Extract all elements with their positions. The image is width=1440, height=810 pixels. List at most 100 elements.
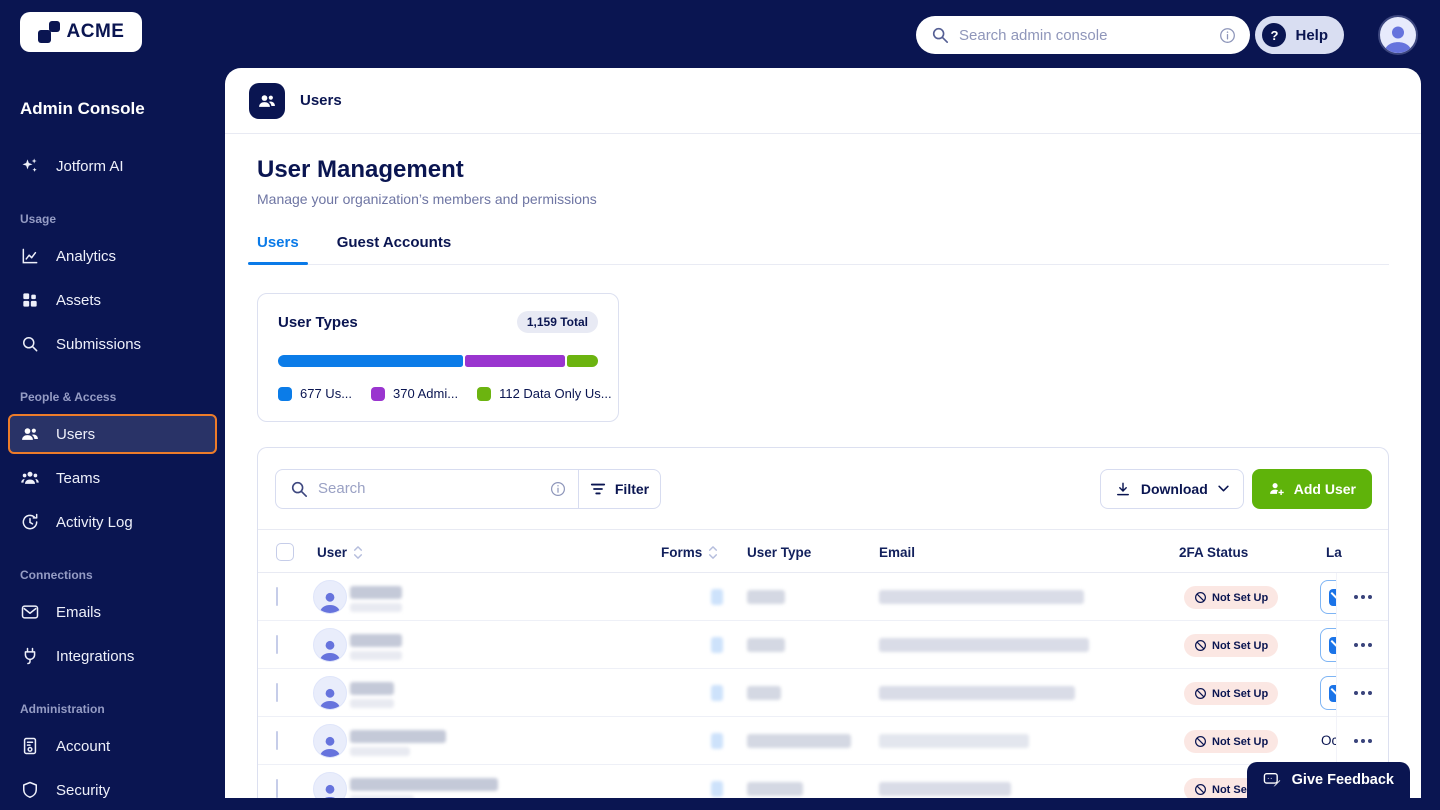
help-button[interactable]: ? Help <box>1255 16 1344 54</box>
legend-label-admins: 370 Admi... <box>393 386 459 401</box>
select-all-checkbox[interactable] <box>276 543 294 561</box>
bar-segment-admins <box>464 355 566 367</box>
column-header-last: La <box>1326 544 1342 560</box>
redacted-name <box>350 634 402 647</box>
redacted-name <box>350 586 402 599</box>
legend-label-data-only: 112 Data Only Us... <box>499 386 612 401</box>
main-panel: Users User Management Manage your organi… <box>225 68 1421 798</box>
user-avatar[interactable] <box>1378 15 1418 55</box>
sidebar-item-integrations[interactable]: Integrations <box>8 636 217 676</box>
table-row: Not Set Up <box>258 669 1388 717</box>
bar-segment-data-only <box>567 355 598 367</box>
table-row: Not Set Up <box>258 765 1388 798</box>
user-types-legend: 677 Us... 370 Admi... 112 Data Only Us..… <box>278 386 612 401</box>
sidebar-item-jotform-ai[interactable]: Jotform AI <box>8 146 217 186</box>
2fa-status-badge: Not Set Up <box>1184 682 1279 705</box>
page-subtitle: Manage your organization’s members and p… <box>257 191 597 207</box>
sidebar-item-analytics[interactable]: Analytics <box>8 236 217 276</box>
assets-icon <box>20 290 40 310</box>
user-plus-icon <box>1268 480 1285 497</box>
redacted-name <box>350 778 498 791</box>
redacted-subtext <box>350 699 394 708</box>
2fa-status-badge: Not Set Up <box>1184 586 1279 609</box>
sidebar-item-activity-log[interactable]: Activity Log <box>8 502 217 542</box>
redacted-user-type <box>747 782 803 796</box>
redacted-forms-count <box>711 685 723 701</box>
avatar <box>313 676 347 710</box>
info-icon[interactable] <box>1219 27 1236 44</box>
mail-icon <box>20 602 40 622</box>
tab-users[interactable]: Users <box>248 234 308 265</box>
slash-circle-icon <box>1195 592 1206 603</box>
info-icon[interactable] <box>550 481 566 497</box>
breadcrumb-label: Users <box>300 92 342 109</box>
redacted-user-type <box>747 734 851 748</box>
user-types-title: User Types <box>278 313 358 331</box>
sidebar-item-assets[interactable]: Assets <box>8 280 217 320</box>
row-menu-button[interactable] <box>1348 685 1378 701</box>
row-menu-button[interactable] <box>1348 589 1378 605</box>
redacted-subtext <box>350 651 402 660</box>
question-icon: ? <box>1262 23 1287 47</box>
table-row: Not Set Up <box>258 573 1388 621</box>
sidebar-section-usage: Usage <box>20 212 57 226</box>
analytics-icon <box>20 246 40 266</box>
2fa-status-badge: Not Set Up <box>1184 730 1279 753</box>
avatar <box>313 772 347 798</box>
table-header-row: User Forms User Type Email 2FA Status La <box>258 529 1388 573</box>
column-header-user-type: User Type <box>747 544 812 560</box>
bar-segment-users <box>278 355 463 367</box>
download-button[interactable]: Download <box>1099 468 1244 509</box>
feedback-icon <box>1263 772 1282 789</box>
redacted-subtext <box>350 747 410 756</box>
users-icon <box>20 424 40 444</box>
legend-swatch-users <box>278 386 292 401</box>
sidebar-item-emails[interactable]: Emails <box>8 592 217 632</box>
account-icon <box>20 736 40 756</box>
sidebar-item-security[interactable]: Security <box>8 770 217 810</box>
sidebar-section-administration: Administration <box>20 702 105 716</box>
sidebar-section-people-access: People & Access <box>20 390 117 404</box>
add-user-button[interactable]: Add User <box>1251 468 1372 509</box>
row-checkbox[interactable] <box>276 683 278 702</box>
table-row: Not Set Up <box>258 621 1388 669</box>
row-menu-button[interactable] <box>1348 733 1378 749</box>
redacted-email <box>879 686 1075 700</box>
users-table-card: Filter Download Add User <box>257 447 1389 798</box>
redacted-name <box>350 730 446 743</box>
tab-bar: Users Guest Accounts <box>248 234 1389 265</box>
table-search[interactable] <box>276 470 578 508</box>
chevron-down-icon <box>1218 485 1229 492</box>
admin-search-bar[interactable] <box>916 16 1250 54</box>
sidebar: Admin Console Jotform AI Usage Analytics… <box>0 0 225 810</box>
sort-icon <box>709 545 718 559</box>
avatar <box>313 580 347 614</box>
row-checkbox[interactable] <box>276 731 278 750</box>
sparkles-icon <box>20 156 40 176</box>
sidebar-item-teams[interactable]: Teams <box>8 458 217 498</box>
row-checkbox[interactable] <box>276 587 278 606</box>
slash-circle-icon <box>1195 736 1206 747</box>
row-checkbox[interactable] <box>276 635 278 654</box>
redacted-subtext <box>350 603 402 612</box>
sidebar-item-users[interactable]: Users <box>8 414 217 454</box>
give-feedback-button[interactable]: Give Feedback <box>1246 762 1410 798</box>
sidebar-item-submissions[interactable]: Submissions <box>8 324 217 364</box>
sidebar-item-account[interactable]: Account <box>8 726 217 766</box>
slash-circle-icon <box>1195 688 1206 699</box>
column-header-user[interactable]: User <box>317 530 363 574</box>
redacted-user-type <box>747 590 785 604</box>
table-search-input[interactable] <box>318 480 540 497</box>
redacted-forms-count <box>711 589 723 605</box>
column-header-forms[interactable]: Forms <box>661 530 718 574</box>
admin-search-input[interactable] <box>959 26 1209 44</box>
tab-guest-accounts[interactable]: Guest Accounts <box>337 234 451 264</box>
sidebar-section-connections: Connections <box>20 568 93 582</box>
redacted-email <box>879 734 1029 748</box>
filter-icon <box>590 482 606 496</box>
row-checkbox[interactable] <box>276 779 278 798</box>
teams-icon <box>20 468 40 488</box>
shield-icon <box>20 780 40 800</box>
filter-button[interactable]: Filter <box>578 469 660 508</box>
row-menu-button[interactable] <box>1348 637 1378 653</box>
